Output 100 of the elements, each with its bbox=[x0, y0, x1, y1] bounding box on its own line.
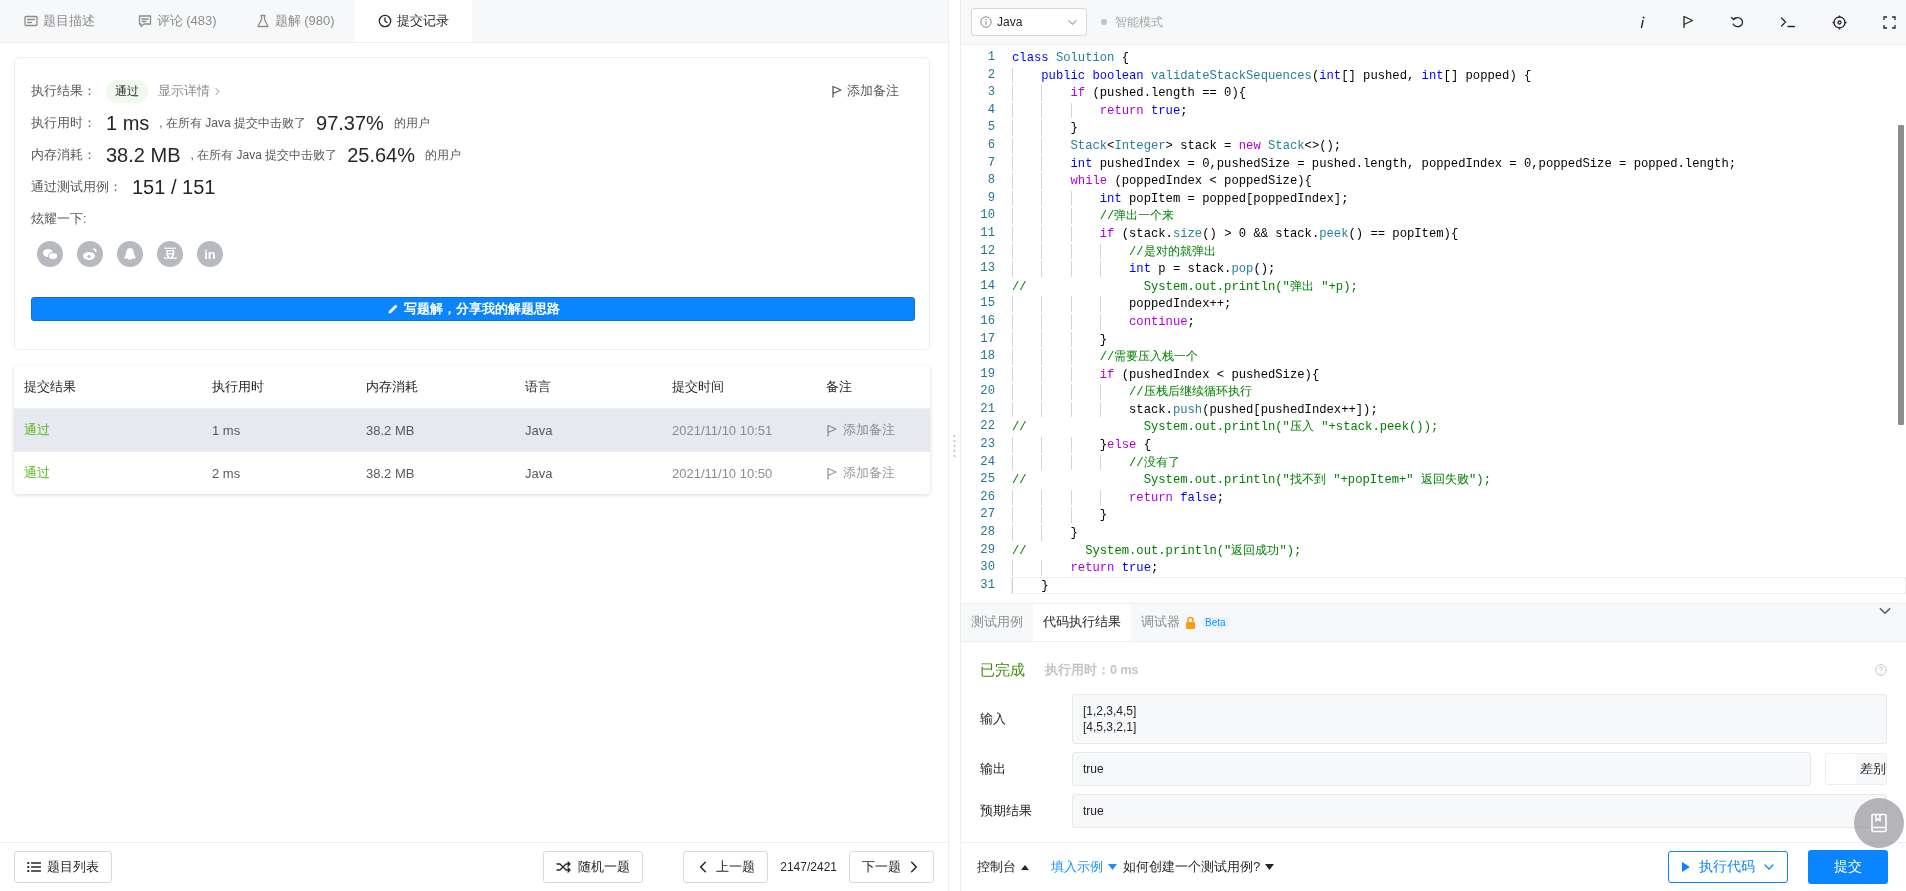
line-number: 27 bbox=[979, 506, 996, 524]
smart-mode-label: 智能模式 bbox=[1115, 13, 1163, 31]
share-button[interactable]: 豆 bbox=[157, 241, 183, 267]
toolbar-button[interactable] bbox=[1780, 16, 1796, 28]
info-icon bbox=[1638, 15, 1646, 29]
drag-handle-icon bbox=[953, 433, 956, 458]
field-label: 输出 bbox=[980, 760, 1007, 778]
line-number: 20 bbox=[979, 383, 996, 401]
shuffle-icon bbox=[556, 861, 573, 873]
add-note-button[interactable]: 添加备注 bbox=[826, 464, 895, 482]
line-number: 8 bbox=[986, 172, 996, 190]
share-button[interactable]: in bbox=[197, 241, 223, 267]
toolbar-button[interactable] bbox=[1832, 14, 1847, 30]
line-number: 28 bbox=[979, 524, 996, 542]
random-problem-button[interactable]: 随机一题 bbox=[543, 851, 644, 883]
stat-label: 内存消耗： bbox=[31, 146, 96, 164]
line-number: 23 bbox=[979, 436, 996, 454]
line-number: 2 bbox=[986, 66, 996, 84]
submission-row[interactable]: 通过 2 ms 38.2 MB Java 2021/11/10 10:50 添加备注 bbox=[14, 451, 930, 494]
caret-up-icon bbox=[1021, 864, 1029, 870]
memory-cell-text: 38.2 MB bbox=[366, 422, 416, 438]
stat-label: 执行用时： bbox=[31, 114, 96, 132]
submission-row[interactable]: 通过 1 ms 38.2 MB Java 2021/11/10 10:51 添加备注 bbox=[14, 408, 930, 451]
run-code-button[interactable]: 执行代码 bbox=[1668, 851, 1788, 883]
line-number: 11 bbox=[979, 224, 996, 242]
fullscreen-icon bbox=[1883, 15, 1896, 29]
line-number: 4 bbox=[986, 101, 996, 119]
field-label: 预期结果 bbox=[980, 802, 1033, 820]
line-number: 1 bbox=[986, 49, 996, 66]
previous-problem-button[interactable]: 上一题 bbox=[683, 851, 769, 883]
line-number: 12 bbox=[979, 242, 996, 260]
line-number: 22 bbox=[979, 418, 996, 436]
input-line: [4,5,3,2,1] bbox=[1083, 719, 1138, 735]
chevron-right-icon bbox=[213, 86, 222, 96]
line-number: 29 bbox=[979, 541, 996, 559]
book-icon bbox=[1870, 813, 1888, 833]
line-number: 7 bbox=[986, 154, 996, 172]
toolbar-button[interactable] bbox=[1730, 15, 1744, 29]
tab[interactable]: 提交记录 bbox=[354, 0, 472, 42]
scrollbar-thumb[interactable] bbox=[1898, 125, 1904, 425]
add-note-button[interactable]: 添加备注 bbox=[825, 81, 905, 101]
run-status: 已完成 bbox=[980, 660, 1025, 680]
play-icon bbox=[1681, 861, 1691, 873]
expected-box: true bbox=[1072, 794, 1887, 828]
swirl-icon bbox=[82, 247, 98, 261]
console-tab[interactable]: 调试器 Beta bbox=[1131, 604, 1240, 641]
caret-down-icon bbox=[1265, 864, 1275, 870]
details-link[interactable]: 显示详情 bbox=[154, 82, 226, 100]
stat-suffix: 的用户 bbox=[393, 114, 430, 132]
line-number: 30 bbox=[979, 559, 996, 577]
diff-toggle[interactable]: 差别 bbox=[1825, 753, 1887, 785]
column-header: 执行用时 bbox=[212, 378, 265, 396]
caret-down-icon bbox=[1108, 864, 1117, 870]
stat-percent: 97.37% bbox=[316, 111, 384, 135]
toolbar-button[interactable] bbox=[1682, 15, 1694, 29]
terminal-icon bbox=[1780, 16, 1796, 28]
line-number: 19 bbox=[979, 365, 996, 383]
clock-icon bbox=[377, 14, 392, 28]
pencil-icon bbox=[386, 303, 399, 315]
share-label: 炫耀一下: bbox=[31, 210, 87, 228]
flag-icon bbox=[1682, 15, 1694, 29]
line-number: 24 bbox=[979, 453, 996, 471]
next-problem-button[interactable]: 下一题 bbox=[849, 851, 934, 883]
testcases-label: 通过测试用例： bbox=[31, 178, 122, 196]
toolbar-button[interactable] bbox=[1883, 15, 1896, 29]
line-number: 18 bbox=[979, 348, 996, 366]
line-number: 31 bbox=[979, 576, 996, 594]
time-cell-text: 2021/11/10 10:50 bbox=[672, 465, 774, 481]
column-header: 备注 bbox=[826, 378, 853, 396]
language-select[interactable]: Java bbox=[971, 8, 1087, 36]
help-icon bbox=[1875, 664, 1887, 676]
time-cell-text: 2021/11/10 10:51 bbox=[672, 422, 774, 438]
chat-bubbles-icon bbox=[42, 247, 58, 261]
tab[interactable]: 题解 (980) bbox=[236, 0, 354, 42]
result-label: 执行结果： bbox=[31, 82, 96, 100]
undo-icon bbox=[1730, 15, 1744, 29]
toolbar-button[interactable] bbox=[1638, 15, 1646, 29]
stat-suffix: 的用户 bbox=[425, 146, 461, 164]
line-number: 3 bbox=[986, 84, 996, 102]
input-line: [1,2,3,4,5] bbox=[1083, 703, 1138, 719]
problem-list-button[interactable]: 题目列表 bbox=[14, 851, 112, 883]
console-tab[interactable]: 代码执行结果 bbox=[1033, 604, 1131, 641]
language-cell-text: Java bbox=[525, 465, 554, 481]
line-number: 21 bbox=[979, 400, 996, 418]
document-icon bbox=[23, 14, 38, 28]
status-badge: 通过 bbox=[106, 79, 148, 103]
tab[interactable]: 题目描述 bbox=[0, 0, 118, 42]
submit-button[interactable]: 提交 bbox=[1808, 850, 1888, 884]
console-button[interactable]: 控制台 bbox=[977, 858, 1029, 876]
runtime-cell-text: 1 ms bbox=[212, 422, 242, 438]
column-header: 提交时间 bbox=[672, 378, 725, 396]
column-header: 内存消耗 bbox=[366, 378, 419, 396]
write-solution-button[interactable]: 写题解，分享我的解题思路 bbox=[31, 297, 915, 321]
console-tab[interactable]: 测试用例 bbox=[961, 604, 1033, 641]
fill-example-button[interactable]: 填入示例 bbox=[1051, 858, 1117, 876]
line-number: 10 bbox=[979, 207, 996, 225]
help-link[interactable]: 如何创建一个测试用例? bbox=[1123, 858, 1275, 876]
line-number: 14 bbox=[979, 277, 996, 295]
tab[interactable]: 评论 (483) bbox=[118, 0, 236, 42]
add-note-button[interactable]: 添加备注 bbox=[826, 421, 895, 439]
